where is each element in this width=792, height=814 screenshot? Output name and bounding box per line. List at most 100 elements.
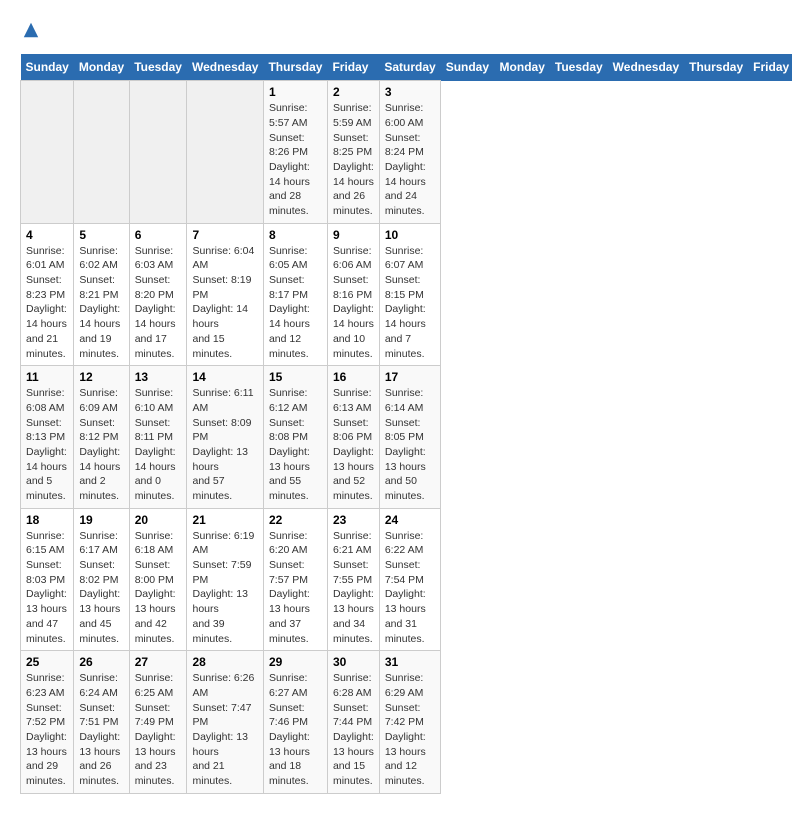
day-info: Sunrise: 6:28 AM Sunset: 7:44 PM Dayligh… — [333, 671, 374, 789]
calendar-day-cell: 27Sunrise: 6:25 AM Sunset: 7:49 PM Dayli… — [129, 651, 187, 794]
day-number: 5 — [79, 228, 123, 242]
day-number: 6 — [135, 228, 182, 242]
calendar-day-cell: 20 Sunrise: 6:18 AM Sunset: 8:00 PM Dayli… — [129, 508, 187, 651]
calendar-day-cell: 19 Sunrise: 6:17 AM Sunset: 8:02 PM Dayli… — [74, 508, 129, 651]
day-info: Sunrise: 6:23 AM Sunset: 7:52 PM Dayligh… — [26, 671, 68, 789]
calendar-week-row: 11 Sunrise: 6:08 AM Sunset: 8:13 PM Dayli… — [21, 366, 792, 509]
day-number: 30 — [333, 655, 374, 669]
day-number: 4 — [26, 228, 68, 242]
calendar-day-cell — [21, 81, 74, 224]
day-number: 20 — [135, 513, 182, 527]
day-info: Sunrise: 6:00 AM Sunset: 8:24 PM Dayligh… — [385, 101, 435, 219]
day-number: 29 — [269, 655, 322, 669]
day-info: Sunrise: 6:20 AM Sunset: 7:57 PM Dayligh… — [269, 529, 322, 647]
weekday-header-saturday: Saturday — [379, 54, 440, 81]
calendar-day-cell: 12 Sunrise: 6:09 AM Sunset: 8:12 PM Dayli… — [74, 366, 129, 509]
calendar-day-cell: 17 Sunrise: 6:14 AM Sunset: 8:05 PM Dayli… — [379, 366, 440, 509]
day-number: 26 — [79, 655, 123, 669]
weekday-header-friday: Friday — [748, 54, 792, 81]
day-info: Sunrise: 6:21 AM Sunset: 7:55 PM Dayligh… — [333, 529, 374, 647]
calendar-day-cell: 30 Sunrise: 6:28 AM Sunset: 7:44 PM Dayli… — [327, 651, 379, 794]
calendar-day-cell: 8 Sunrise: 6:05 AM Sunset: 8:17 PM Daylig… — [263, 223, 327, 366]
calendar-day-cell: 26Sunrise: 6:24 AM Sunset: 7:51 PM Dayli… — [74, 651, 129, 794]
calendar-day-cell: 13Sunrise: 6:10 AM Sunset: 8:11 PM Dayli… — [129, 366, 187, 509]
day-info: Sunrise: 6:06 AM Sunset: 8:16 PM Dayligh… — [333, 244, 374, 362]
day-number: 2 — [333, 85, 374, 99]
day-number: 21 — [192, 513, 257, 527]
day-info: Sunrise: 5:57 AM Sunset: 8:26 PM Dayligh… — [269, 101, 322, 219]
calendar-day-cell: 5 Sunrise: 6:02 AM Sunset: 8:21 PM Daylig… — [74, 223, 129, 366]
logo-icon — [22, 21, 40, 39]
day-info: Sunrise: 6:19 AM Sunset: 7:59 PM Dayligh… — [192, 529, 257, 647]
calendar-week-row: 25Sunrise: 6:23 AM Sunset: 7:52 PM Dayli… — [21, 651, 792, 794]
calendar-day-cell: 4 Sunrise: 6:01 AM Sunset: 8:23 PM Daylig… — [21, 223, 74, 366]
day-info: Sunrise: 6:12 AM Sunset: 8:08 PM Dayligh… — [269, 386, 322, 504]
day-info: Sunrise: 6:27 AM Sunset: 7:46 PM Dayligh… — [269, 671, 322, 789]
calendar-day-cell: 28Sunrise: 6:26 AM Sunset: 7:47 PM Dayli… — [187, 651, 263, 794]
day-info: Sunrise: 6:09 AM Sunset: 8:12 PM Dayligh… — [79, 386, 123, 504]
calendar-day-cell: 7Sunrise: 6:04 AM Sunset: 8:19 PM Daylig… — [187, 223, 263, 366]
weekday-header-monday: Monday — [495, 54, 550, 81]
day-info: Sunrise: 6:01 AM Sunset: 8:23 PM Dayligh… — [26, 244, 68, 362]
day-number: 11 — [26, 370, 68, 384]
day-number: 17 — [385, 370, 435, 384]
day-info: Sunrise: 6:22 AM Sunset: 7:54 PM Dayligh… — [385, 529, 435, 647]
day-info: Sunrise: 6:07 AM Sunset: 8:15 PM Dayligh… — [385, 244, 435, 362]
weekday-header-sunday: Sunday — [441, 54, 495, 81]
day-number: 10 — [385, 228, 435, 242]
day-number: 9 — [333, 228, 374, 242]
day-info: Sunrise: 6:03 AM Sunset: 8:20 PM Dayligh… — [135, 244, 182, 362]
day-number: 12 — [79, 370, 123, 384]
page-header — [20, 20, 772, 44]
day-info: Sunrise: 6:18 AM Sunset: 8:00 PM Dayligh… — [135, 529, 182, 647]
calendar-day-cell: 31 Sunrise: 6:29 AM Sunset: 7:42 PM Dayli… — [379, 651, 440, 794]
weekday-header-wednesday: Wednesday — [608, 54, 684, 81]
day-number: 24 — [385, 513, 435, 527]
day-number: 14 — [192, 370, 257, 384]
day-number: 31 — [385, 655, 435, 669]
calendar-day-cell: 15Sunrise: 6:12 AM Sunset: 8:08 PM Dayli… — [263, 366, 327, 509]
day-info: Sunrise: 6:14 AM Sunset: 8:05 PM Dayligh… — [385, 386, 435, 504]
calendar-day-cell: 11 Sunrise: 6:08 AM Sunset: 8:13 PM Dayli… — [21, 366, 74, 509]
calendar-day-cell: 14Sunrise: 6:11 AM Sunset: 8:09 PM Dayli… — [187, 366, 263, 509]
day-number: 27 — [135, 655, 182, 669]
calendar-day-cell: 3 Sunrise: 6:00 AM Sunset: 8:24 PM Daylig… — [379, 81, 440, 224]
calendar-day-cell: 24 Sunrise: 6:22 AM Sunset: 7:54 PM Dayli… — [379, 508, 440, 651]
day-info: Sunrise: 6:02 AM Sunset: 8:21 PM Dayligh… — [79, 244, 123, 362]
logo — [20, 20, 40, 44]
weekday-header-tuesday: Tuesday — [550, 54, 608, 81]
calendar-week-row: 1 Sunrise: 5:57 AM Sunset: 8:26 PM Daylig… — [21, 81, 792, 224]
calendar-day-cell: 9 Sunrise: 6:06 AM Sunset: 8:16 PM Daylig… — [327, 223, 379, 366]
day-info: Sunrise: 6:05 AM Sunset: 8:17 PM Dayligh… — [269, 244, 322, 362]
calendar-week-row: 4 Sunrise: 6:01 AM Sunset: 8:23 PM Daylig… — [21, 223, 792, 366]
weekday-header-sunday: Sunday — [21, 54, 74, 81]
calendar-day-cell: 22 Sunrise: 6:20 AM Sunset: 7:57 PM Dayli… — [263, 508, 327, 651]
day-number: 8 — [269, 228, 322, 242]
calendar-day-cell: 29 Sunrise: 6:27 AM Sunset: 7:46 PM Dayli… — [263, 651, 327, 794]
day-info: Sunrise: 6:15 AM Sunset: 8:03 PM Dayligh… — [26, 529, 68, 647]
calendar-week-row: 18Sunrise: 6:15 AM Sunset: 8:03 PM Dayli… — [21, 508, 792, 651]
day-info: Sunrise: 6:29 AM Sunset: 7:42 PM Dayligh… — [385, 671, 435, 789]
day-number: 23 — [333, 513, 374, 527]
calendar-day-cell — [129, 81, 187, 224]
day-number: 22 — [269, 513, 322, 527]
day-info: Sunrise: 6:26 AM Sunset: 7:47 PM Dayligh… — [192, 671, 257, 789]
calendar-day-cell: 10 Sunrise: 6:07 AM Sunset: 8:15 PM Dayli… — [379, 223, 440, 366]
day-info: Sunrise: 6:08 AM Sunset: 8:13 PM Dayligh… — [26, 386, 68, 504]
day-info: Sunrise: 5:59 AM Sunset: 8:25 PM Dayligh… — [333, 101, 374, 219]
weekday-header-tuesday: Tuesday — [129, 54, 187, 81]
day-info: Sunrise: 6:17 AM Sunset: 8:02 PM Dayligh… — [79, 529, 123, 647]
day-info: Sunrise: 6:13 AM Sunset: 8:06 PM Dayligh… — [333, 386, 374, 504]
calendar-day-cell: 23 Sunrise: 6:21 AM Sunset: 7:55 PM Dayli… — [327, 508, 379, 651]
calendar-day-cell: 21 Sunrise: 6:19 AM Sunset: 7:59 PM Dayli… — [187, 508, 263, 651]
day-number: 19 — [79, 513, 123, 527]
calendar-day-cell: 2 Sunrise: 5:59 AM Sunset: 8:25 PM Daylig… — [327, 81, 379, 224]
calendar-day-cell — [187, 81, 263, 224]
weekday-header-thursday: Thursday — [263, 54, 327, 81]
calendar-day-cell: 1 Sunrise: 5:57 AM Sunset: 8:26 PM Daylig… — [263, 81, 327, 224]
calendar-day-cell: 16Sunrise: 6:13 AM Sunset: 8:06 PM Dayli… — [327, 366, 379, 509]
day-number: 1 — [269, 85, 322, 99]
day-info: Sunrise: 6:10 AM Sunset: 8:11 PM Dayligh… — [135, 386, 182, 504]
day-number: 3 — [385, 85, 435, 99]
day-info: Sunrise: 6:04 AM Sunset: 8:19 PM Dayligh… — [192, 244, 257, 362]
